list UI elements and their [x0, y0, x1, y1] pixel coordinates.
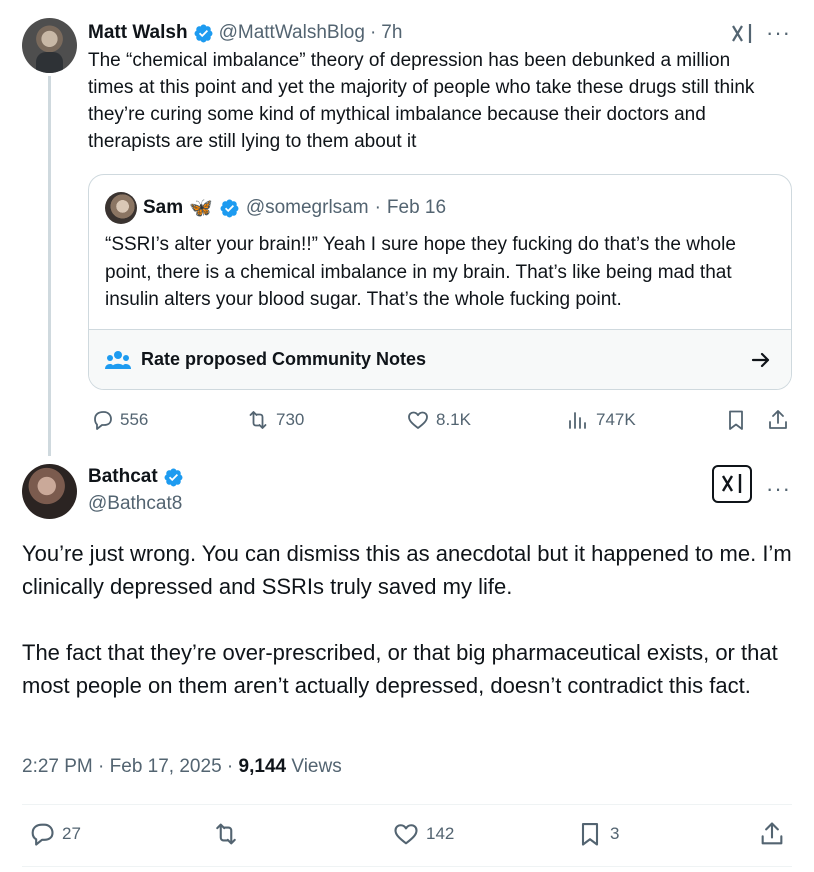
grok-button[interactable] — [712, 465, 752, 503]
reply-icon — [94, 411, 112, 430]
community-notes-label[interactable]: Rate proposed Community Notes — [141, 349, 426, 370]
main-handle[interactable]: @Bathcat8 — [88, 493, 182, 515]
quoted-tweet-content[interactable]: Sam 🦋 @somegrlsam · Feb 16 “SSRI’s alter… — [89, 175, 791, 329]
tweet-thread: Matt Walsh @MattWalshBlog · 7h ··· The “… — [0, 0, 814, 872]
views-count: 747K — [596, 410, 636, 429]
heart-icon — [394, 824, 418, 845]
views-count: 9,144 — [238, 756, 287, 777]
reply-count: 556 — [120, 410, 149, 429]
share-button[interactable] — [766, 408, 790, 432]
share-icon — [769, 410, 787, 429]
more-options-icon[interactable]: ··· — [766, 478, 791, 500]
divider — [22, 866, 792, 867]
bookmark-icon — [729, 410, 743, 430]
analytics-icon — [569, 412, 586, 429]
verified-badge-icon — [220, 199, 239, 217]
like-button[interactable]: 142 — [392, 822, 454, 846]
share-button[interactable] — [758, 822, 786, 846]
tweet-date[interactable]: Feb 17, 2025 — [110, 756, 222, 777]
separator-dot: · — [369, 22, 377, 43]
sam-avatar — [105, 192, 137, 224]
parent-tweet-header: Matt Walsh @MattWalshBlog · 7h — [88, 20, 402, 46]
divider — [22, 804, 792, 805]
quoted-tweet-text: “SSRI’s alter your brain!!” Yeah I sure … — [105, 234, 736, 310]
like-count: 8.1K — [436, 410, 471, 429]
verified-badge-icon — [194, 24, 213, 42]
reply-icon — [31, 823, 54, 846]
like-count: 142 — [426, 824, 455, 843]
more-options-icon[interactable]: ··· — [766, 22, 791, 44]
heart-icon — [408, 411, 428, 429]
repost-button[interactable] — [212, 822, 240, 846]
quoted-tweet-header: Sam 🦋 @somegrlsam · Feb 16 — [143, 195, 446, 221]
quote-date: Feb 16 — [386, 197, 447, 218]
like-button[interactable]: 8.1K — [406, 408, 471, 432]
thread-connector-line — [48, 76, 51, 456]
bookmark-icon — [581, 823, 599, 846]
quote-handle: @somegrlsam — [245, 197, 369, 218]
matt-walsh-avatar[interactable] — [22, 18, 77, 73]
views-label: Views — [291, 756, 342, 777]
repost-icon — [216, 823, 236, 845]
bookmark-button[interactable]: 3 — [576, 822, 619, 846]
community-notes-icon — [105, 351, 131, 369]
main-tweet-author: Bathcat — [88, 466, 184, 488]
butterfly-emoji: 🦋 — [189, 198, 213, 219]
tweet-time[interactable]: 2:27 PM — [22, 756, 93, 777]
quoted-tweet-card[interactable]: Sam 🦋 @somegrlsam · Feb 16 “SSRI’s alter… — [88, 174, 792, 390]
main-author-name[interactable]: Bathcat — [88, 466, 158, 488]
reply-count: 27 — [62, 824, 81, 843]
views-button[interactable]: 747K — [566, 408, 636, 432]
tweet-metadata: 2:27 PM · Feb 17, 2025 · 9,144 Views — [22, 756, 342, 777]
repost-button[interactable]: 730 — [246, 408, 304, 432]
parent-handle[interactable]: @MattWalshBlog — [219, 22, 365, 44]
bookmark-count: 3 — [610, 824, 620, 843]
parent-time[interactable]: 7h — [381, 22, 402, 44]
verified-badge-icon — [164, 468, 183, 486]
parent-tweet-text: The “chemical imbalance” theory of depre… — [88, 50, 755, 152]
main-tweet-paragraph: The fact that they’re over-prescribed, o… — [22, 640, 778, 698]
quote-author-name: Sam — [143, 197, 184, 218]
main-tweet-paragraph: You’re just wrong. You can dismiss this … — [22, 541, 792, 599]
grok-icon[interactable] — [730, 22, 754, 46]
community-notes-bar[interactable]: Rate proposed Community Notes — [89, 329, 791, 389]
repost-count: 730 — [276, 410, 305, 429]
bookmark-button[interactable] — [724, 408, 748, 432]
parent-author-name[interactable]: Matt Walsh — [88, 22, 188, 44]
share-icon — [761, 822, 783, 845]
main-tweet-text: You’re just wrong. You can dismiss this … — [22, 537, 792, 702]
grok-icon — [721, 474, 742, 493]
repost-icon — [249, 411, 267, 429]
reply-button[interactable]: 556 — [90, 408, 148, 432]
separator-dot: · — [374, 197, 381, 218]
bathcat-avatar[interactable] — [22, 464, 77, 519]
arrow-right-icon[interactable] — [749, 348, 773, 372]
reply-button[interactable]: 27 — [28, 822, 81, 846]
